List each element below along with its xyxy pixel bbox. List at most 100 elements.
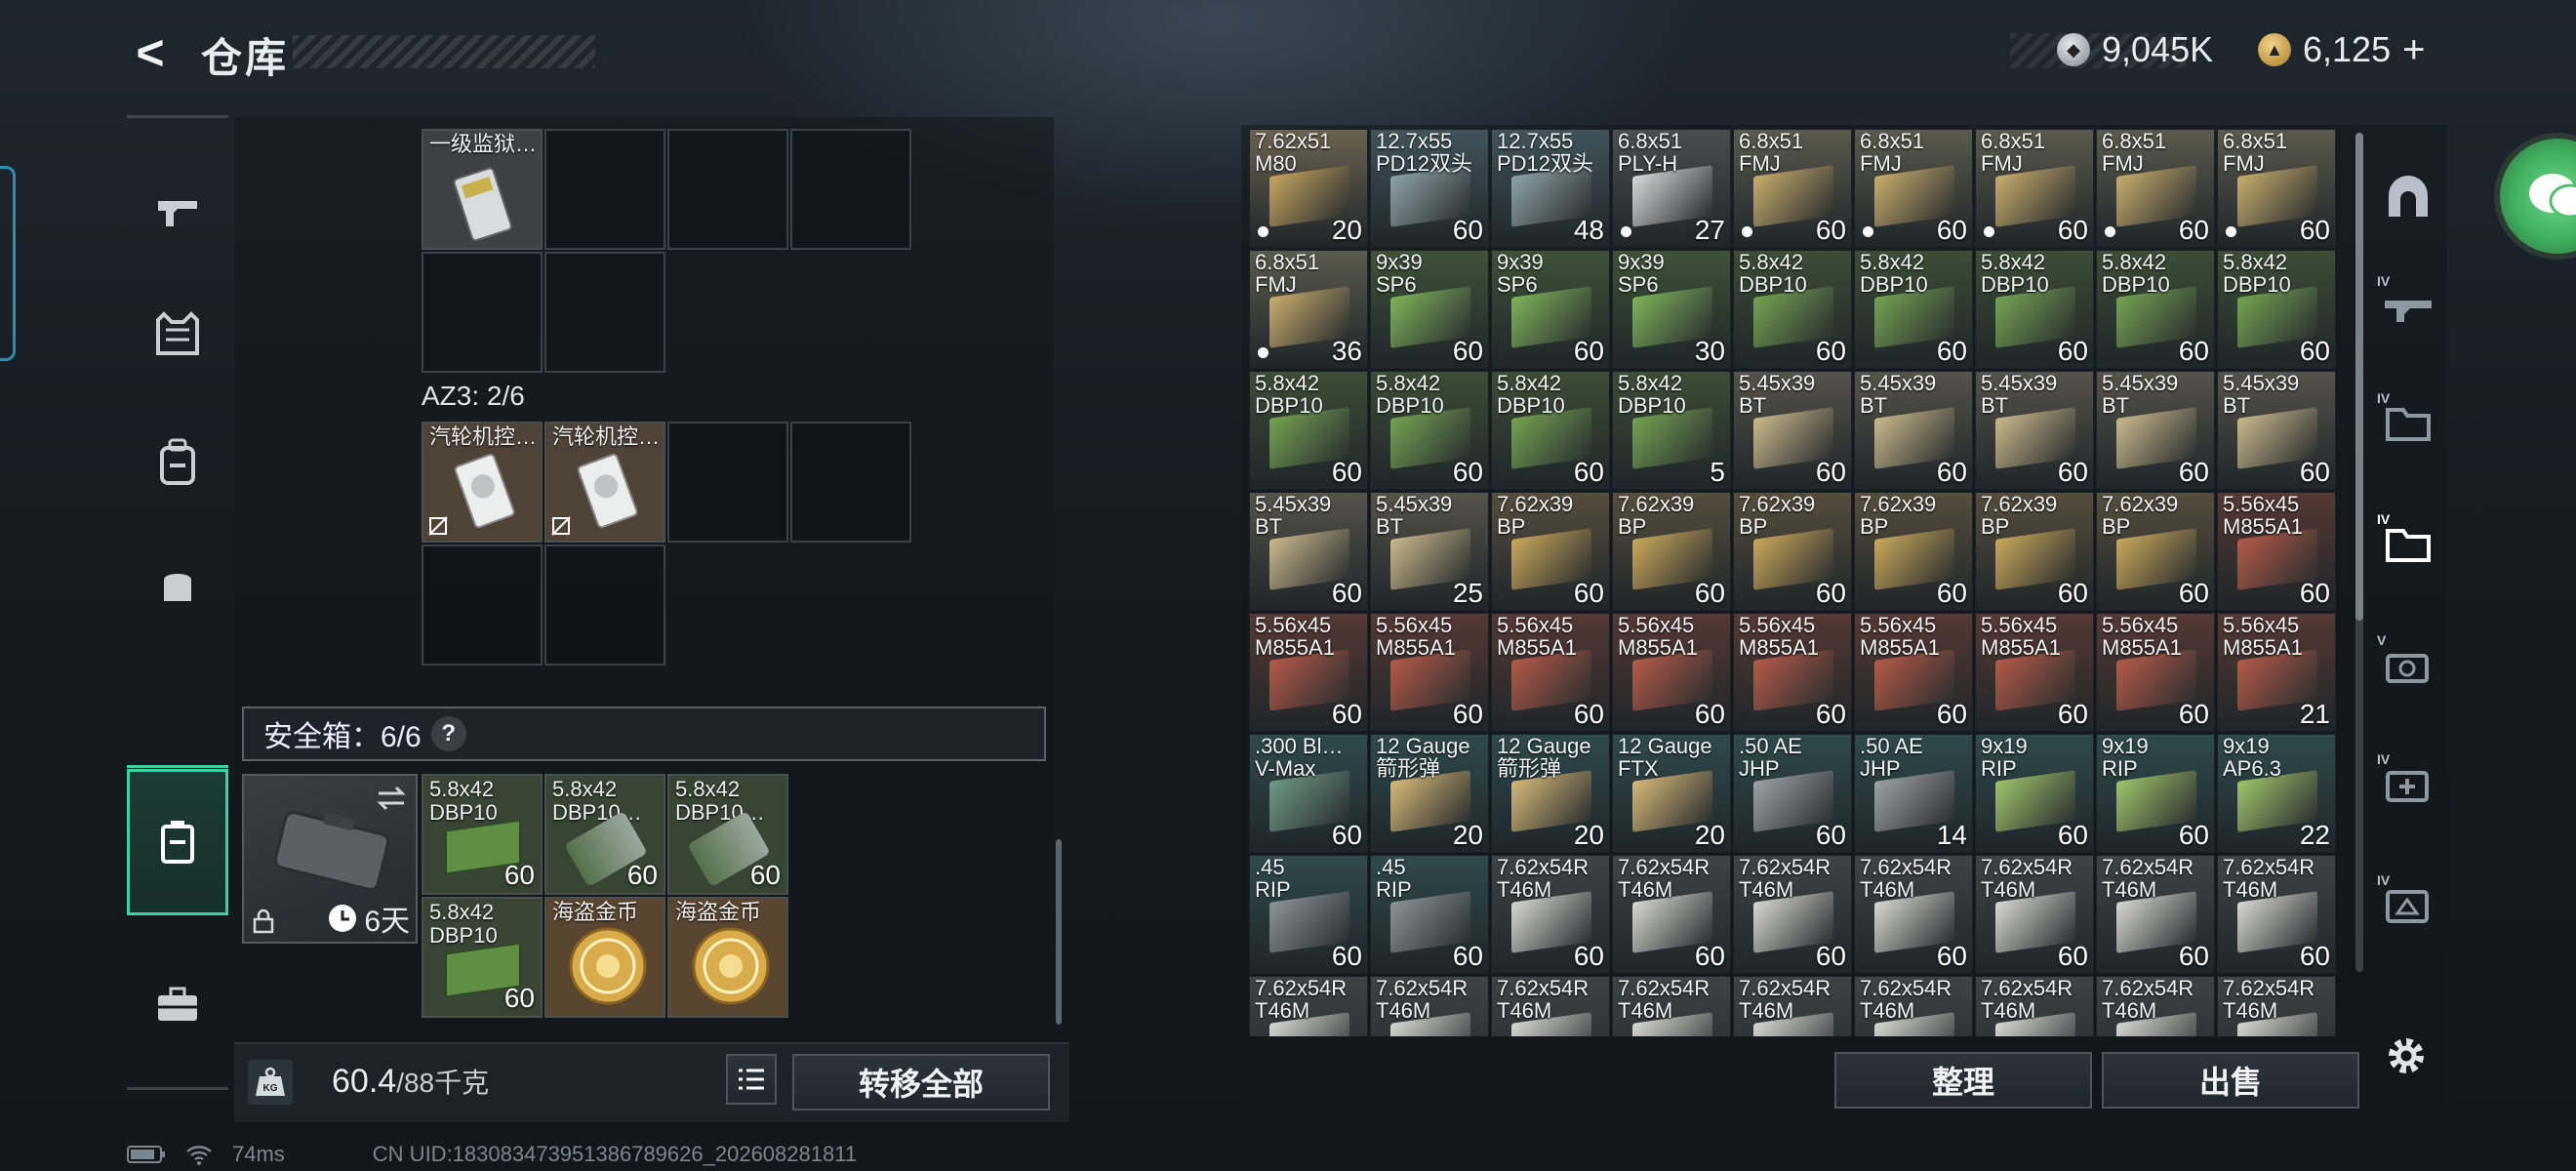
ammo-item[interactable]: 7.62x51 M80 20	[1249, 129, 1368, 248]
edge-tab[interactable]	[0, 166, 16, 361]
safe-box-item[interactable]: 5.8x42 DBP10… 60	[544, 774, 665, 895]
ammo-item[interactable]: 5.56x45 M855A1 60	[1975, 613, 2094, 732]
nav-weapon[interactable]	[127, 162, 228, 263]
ammo-item[interactable]: 5.56x45 M855A1 21	[2217, 613, 2336, 732]
safe-box-item[interactable]: 5.8x42 DBP10… 60	[667, 774, 788, 895]
stash-tab-weapons[interactable]: IV	[2371, 269, 2445, 343]
ammo-item[interactable]: 12.7x55 PD12双头 48	[1491, 129, 1610, 248]
ammo-item[interactable]: 7.62x54R T46M 60	[1612, 855, 1731, 974]
ammo-item[interactable]: 5.56x45 M855A1 60	[1249, 613, 1368, 732]
ammo-item[interactable]: 6.8x51 PLY-H 27	[1612, 129, 1731, 248]
settings-button[interactable]	[2379, 1029, 2434, 1083]
ammo-item[interactable]: 6.8x51 FMJ 36	[1249, 250, 1368, 369]
grid-slot[interactable]	[422, 545, 543, 666]
ammo-item[interactable]: 7.62x54R T46M	[1854, 976, 1973, 1036]
ammo-item[interactable]: 9x39 SP6 60	[1491, 250, 1610, 369]
ammo-item[interactable]: 7.62x54R T46M	[1975, 976, 2094, 1036]
ammo-item[interactable]: 7.62x39 BP 60	[1612, 492, 1731, 611]
ammo-item[interactable]: 5.45x39 BT 60	[2217, 371, 2336, 490]
ammo-item[interactable]: 6.8x51 FMJ 60	[2217, 129, 2336, 248]
ammo-item[interactable]: .45 RIP 60	[1370, 855, 1489, 974]
ammo-item[interactable]: 5.45x39 BT 60	[1249, 492, 1368, 611]
ammo-item[interactable]: 5.8x42 DBP10 60	[1733, 250, 1852, 369]
ammo-item[interactable]: 7.62x39 BP 60	[2096, 492, 2215, 611]
grid-slot[interactable]	[544, 252, 665, 373]
ammo-item[interactable]: 5.8x42 DBP10 60	[2096, 250, 2215, 369]
ammo-item[interactable]: 12 Gauge 箭形弹 20	[1491, 734, 1610, 853]
nav-pouch[interactable]	[127, 535, 228, 636]
ammo-item[interactable]: 9x19 RIP 60	[2096, 734, 2215, 853]
ammo-item[interactable]: 7.62x54R T46M	[1612, 976, 1731, 1036]
ammo-item[interactable]: 5.56x45 M855A1 60	[1733, 613, 1852, 732]
ammo-item[interactable]: 7.62x54R T46M	[1249, 976, 1368, 1036]
ammo-item[interactable]: 6.8x51 FMJ 60	[1975, 129, 2094, 248]
ammo-item[interactable]: 12.7x55 PD12双头 60	[1370, 129, 1489, 248]
list-view-button[interactable]	[726, 1054, 777, 1105]
ammo-item[interactable]: 5.45x39 BT 60	[1975, 371, 2094, 490]
ammo-item[interactable]: 5.8x42 DBP10 5	[1612, 371, 1731, 490]
ammo-item[interactable]: 5.56x45 M855A1 60	[1370, 613, 1489, 732]
ammo-item[interactable]: 5.45x39 BT 25	[1370, 492, 1489, 611]
left-scrollbar[interactable]	[1056, 839, 1062, 1025]
safe-box-item[interactable]: 5.8x42 DBP10 60	[422, 774, 543, 895]
safe-box-case[interactable]: 6天	[242, 774, 418, 944]
grid-slot[interactable]	[790, 129, 911, 250]
chat-button[interactable]	[2494, 133, 2576, 260]
ammo-item[interactable]: 9x19 AP6.3 22	[2217, 734, 2336, 853]
ammo-item[interactable]: 5.8x42 DBP10 60	[1854, 250, 1973, 369]
safe-box-item[interactable]: 海盗金币	[544, 897, 665, 1018]
stash-scrollbar[interactable]	[2355, 133, 2363, 621]
gold-currency[interactable]: ▲ 6,125 +	[2258, 25, 2425, 74]
grid-slot[interactable]	[790, 422, 911, 543]
stash-tab-misc[interactable]: IV	[2371, 868, 2445, 943]
ammo-item[interactable]: 5.56x45 M855A1 60	[2096, 613, 2215, 732]
stash-tab-home[interactable]	[2371, 160, 2445, 234]
sell-button[interactable]: 出售	[2102, 1052, 2359, 1109]
ammo-item[interactable]: 5.56x45 M855A1 60	[2217, 492, 2336, 611]
help-icon[interactable]: ?	[430, 716, 466, 751]
ammo-item[interactable]: 5.56x45 M855A1 60	[1612, 613, 1731, 732]
ammo-item[interactable]: 5.8x42 DBP10 60	[1491, 371, 1610, 490]
transfer-all-button[interactable]: 转移全部	[792, 1054, 1050, 1110]
container-item[interactable]: 一级监狱…	[422, 129, 543, 250]
stash-tab-camera[interactable]: V	[2371, 628, 2445, 703]
ammo-item[interactable]: 7.62x54R T46M 60	[1975, 855, 2094, 974]
nav-case[interactable]	[127, 954, 228, 1056]
ammo-item[interactable]: 6.8x51 FMJ 60	[1733, 129, 1852, 248]
ammo-item[interactable]: 12 Gauge FTX 20	[1612, 734, 1731, 853]
ammo-item[interactable]: 6.8x51 FMJ 60	[1854, 129, 1973, 248]
safe-box-item[interactable]: 5.8x42 DBP10 60	[422, 897, 543, 1018]
ammo-item[interactable]: 5.45x39 BT 60	[1854, 371, 1973, 490]
grid-slot[interactable]	[544, 129, 665, 250]
ammo-item[interactable]: 7.62x54R T46M	[1491, 976, 1610, 1036]
ammo-item[interactable]: 7.62x54R T46M	[1370, 976, 1489, 1036]
organize-button[interactable]: 整理	[1834, 1052, 2092, 1109]
az3-item[interactable]: 汽轮机控…	[422, 422, 543, 543]
ammo-item[interactable]: 5.8x42 DBP10 60	[2217, 250, 2336, 369]
ammo-item[interactable]: .50 AE JHP 14	[1854, 734, 1973, 853]
ammo-item[interactable]: 5.45x39 BT 60	[2096, 371, 2215, 490]
ammo-item[interactable]: 9x39 SP6 30	[1612, 250, 1731, 369]
az3-item[interactable]: 汽轮机控…	[544, 422, 665, 543]
ammo-item[interactable]: 7.62x54R T46M 60	[1733, 855, 1852, 974]
ammo-item[interactable]: 6.8x51 FMJ 60	[2096, 129, 2215, 248]
ammo-item[interactable]: 7.62x39 BP 60	[1733, 492, 1852, 611]
grid-slot[interactable]	[422, 252, 543, 373]
ammo-item[interactable]: 7.62x54R T46M 60	[1491, 855, 1610, 974]
ammo-item[interactable]: 7.62x39 BP 60	[1854, 492, 1973, 611]
ammo-item[interactable]: 7.62x39 BP 60	[1975, 492, 2094, 611]
ammo-item[interactable]: 9x19 RIP 60	[1975, 734, 2094, 853]
ammo-item[interactable]: 5.56x45 M855A1 60	[1854, 613, 1973, 732]
ammo-item[interactable]: 7.62x54R T46M	[1733, 976, 1852, 1036]
ammo-item[interactable]: 7.62x54R T46M	[2217, 976, 2336, 1036]
ammo-item[interactable]: 9x39 SP6 60	[1370, 250, 1489, 369]
ammo-item[interactable]: 7.62x54R T46M 60	[2217, 855, 2336, 974]
grid-slot[interactable]	[667, 129, 788, 250]
ammo-item[interactable]: 5.56x45 M855A1 60	[1491, 613, 1610, 732]
ammo-item[interactable]: 7.62x39 BP 60	[1491, 492, 1610, 611]
ammo-item[interactable]: .50 AE JHP 60	[1733, 734, 1852, 853]
ammo-item[interactable]: 12 Gauge 箭形弹 20	[1370, 734, 1489, 853]
stash-tab-medical[interactable]: IV	[2371, 747, 2445, 822]
ammo-item[interactable]: 5.8x42 DBP10 60	[1249, 371, 1368, 490]
ammo-item[interactable]: 5.8x42 DBP10 60	[1370, 371, 1489, 490]
